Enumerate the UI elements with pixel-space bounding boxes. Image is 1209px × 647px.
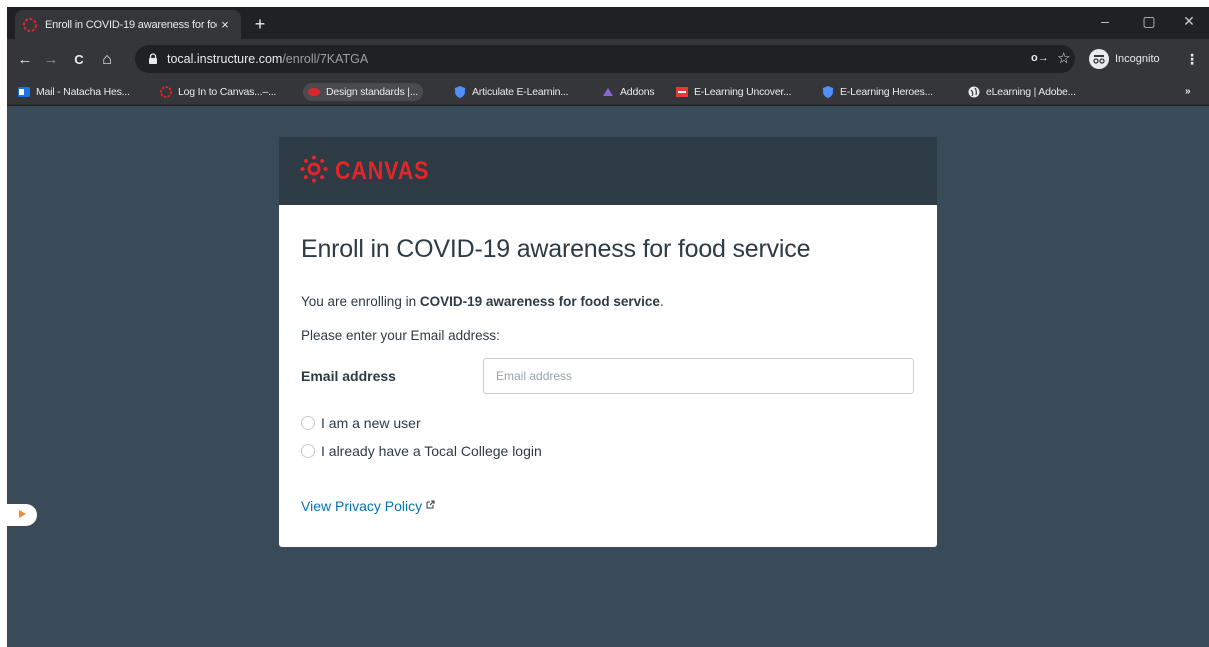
canvas-logo-icon bbox=[299, 154, 329, 189]
privacy-policy-link[interactable]: View Privacy Policy bbox=[301, 498, 435, 514]
radio-existing-login[interactable]: I already have a Tocal College login bbox=[301, 443, 542, 459]
browser-tab[interactable]: Enroll in COVID-19 awareness for food se… bbox=[15, 10, 241, 39]
bookmarks-overflow-button[interactable]: » bbox=[1185, 86, 1191, 97]
browser-window: Enroll in COVID-19 awareness for food se… bbox=[7, 7, 1209, 647]
bookmark-canvas-login[interactable]: Log In to Canvas...–... bbox=[155, 83, 281, 101]
globe-icon bbox=[968, 86, 980, 98]
radio-new-user-circle[interactable] bbox=[301, 416, 315, 430]
bookmark-design-standards[interactable]: Design standards |... bbox=[303, 83, 423, 101]
email-input[interactable] bbox=[483, 358, 914, 394]
email-prompt: Please enter your Email address: bbox=[301, 328, 500, 343]
tab-strip: Enroll in COVID-19 awareness for food se… bbox=[7, 7, 1209, 39]
page-title: Enroll in COVID-19 awareness for food se… bbox=[301, 235, 811, 263]
shield-icon bbox=[822, 86, 834, 98]
restore-button[interactable]: ▢ bbox=[1129, 9, 1169, 33]
bookmark-elearning-heroes[interactable]: E-Learning Heroes... bbox=[817, 83, 938, 101]
incognito-label: Incognito bbox=[1115, 53, 1160, 65]
password-key-icon[interactable]: o→ bbox=[1031, 52, 1049, 64]
new-tab-button[interactable]: + bbox=[249, 13, 271, 35]
external-link-icon bbox=[426, 500, 435, 512]
side-panel-toggle[interactable] bbox=[7, 504, 37, 526]
bookmark-star-icon[interactable]: ☆ bbox=[1057, 49, 1070, 67]
addons-icon bbox=[602, 86, 614, 98]
reload-button[interactable]: C bbox=[69, 50, 89, 70]
bookmark-mail[interactable]: Mail - Natacha Hes... bbox=[13, 83, 135, 101]
url-path: /enroll/7KATGA bbox=[282, 52, 369, 66]
play-arrow-icon bbox=[17, 506, 27, 524]
radio-existing-login-label: I already have a Tocal College login bbox=[321, 443, 542, 459]
radio-new-user[interactable]: I am a new user bbox=[301, 415, 421, 431]
browser-menu-icon[interactable]: ⋮ bbox=[1185, 51, 1199, 68]
outlook-icon bbox=[18, 86, 30, 98]
forward-button[interactable]: → bbox=[41, 50, 61, 70]
incognito-indicator[interactable]: Incognito bbox=[1089, 47, 1160, 71]
enroll-card: CANVAS Enroll in COVID-19 awareness for … bbox=[279, 137, 937, 555]
course-name: COVID-19 awareness for food service bbox=[419, 294, 660, 309]
incognito-icon bbox=[1089, 49, 1109, 69]
enroll-intro: You are enrolling in COVID-19 awareness … bbox=[301, 294, 664, 309]
back-button[interactable]: ← bbox=[15, 50, 35, 70]
canvas-icon bbox=[160, 86, 172, 98]
email-label: Email address bbox=[301, 368, 396, 384]
bookmark-elearning-adobe[interactable]: eLearning | Adobe... bbox=[963, 83, 1081, 101]
address-bar[interactable]: tocal.instructure.com /enroll/7KATGA bbox=[135, 45, 1075, 73]
bookmark-elearning-uncovered[interactable]: E-Learning Uncover... bbox=[671, 83, 796, 101]
card-header: CANVAS bbox=[279, 137, 937, 205]
radio-new-user-label: I am a new user bbox=[321, 415, 421, 431]
tab-title: Enroll in COVID-19 awareness for food se… bbox=[45, 18, 217, 31]
bookmarks-bar: Mail - Natacha Hes... Log In to Canvas..… bbox=[7, 79, 1209, 105]
url-host: tocal.instructure.com bbox=[167, 52, 283, 66]
card-body: Enroll in COVID-19 awareness for food se… bbox=[279, 205, 937, 547]
bookmark-addons[interactable]: Addons bbox=[597, 83, 659, 101]
bookmark-articulate[interactable]: Articulate E-Learnin... bbox=[449, 83, 573, 101]
window-close-button[interactable]: ✕ bbox=[1169, 9, 1209, 33]
canvas-logo-text: CANVAS bbox=[335, 156, 430, 185]
shield-icon bbox=[454, 86, 466, 98]
design-icon bbox=[308, 86, 320, 98]
radio-existing-login-circle[interactable] bbox=[301, 444, 315, 458]
elu-icon bbox=[676, 86, 688, 98]
canvas-favicon-icon bbox=[23, 17, 37, 32]
home-button[interactable]: ⌂ bbox=[97, 50, 117, 70]
browser-toolbar: ← → C ⌂ tocal.instructure.com /enroll/7K… bbox=[7, 39, 1209, 79]
page-content: CANVAS Enroll in COVID-19 awareness for … bbox=[7, 106, 1209, 647]
minimize-button[interactable]: – bbox=[1085, 9, 1125, 33]
tab-close-icon[interactable]: × bbox=[217, 17, 233, 32]
lock-icon bbox=[147, 53, 159, 65]
